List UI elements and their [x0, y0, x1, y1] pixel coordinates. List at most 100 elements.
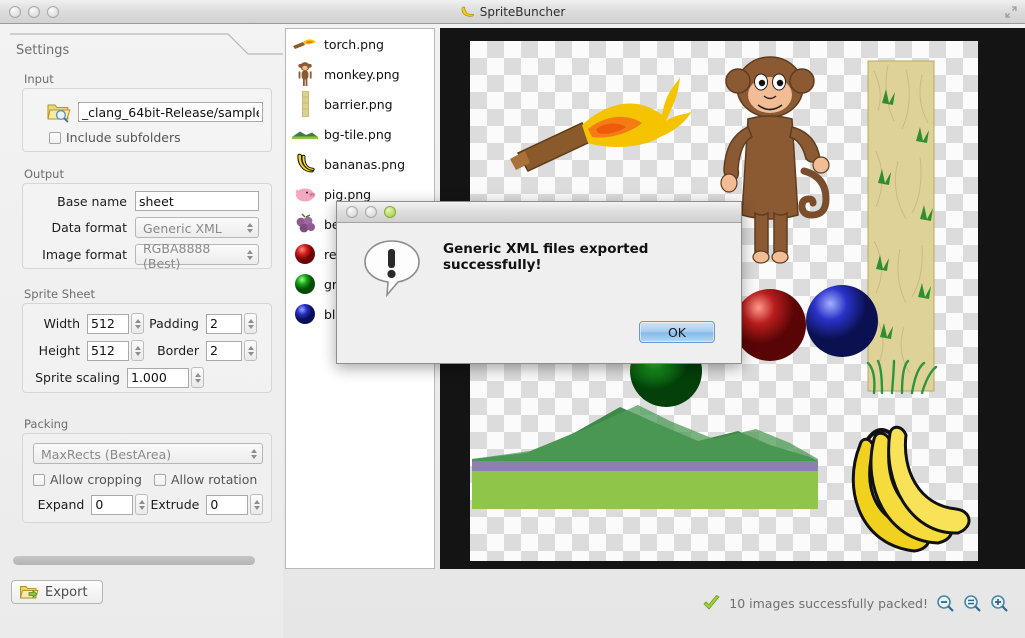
expand-label: Expand — [37, 497, 85, 512]
tab-settings[interactable]: Settings — [0, 32, 283, 62]
packing-algorithm-select[interactable]: MaxRects (BestArea) — [33, 443, 263, 464]
tab-settings-label: Settings — [16, 43, 70, 58]
sprite-sheet-group: Sprite Sheet Width Padding Height Border — [22, 287, 272, 393]
list-item[interactable]: barrier.png — [286, 89, 434, 119]
expand-field[interactable] — [91, 494, 134, 515]
file-name: monkey.png — [324, 66, 400, 82]
banana-icon — [461, 6, 474, 17]
include-subfolders-label: Include subfolders — [66, 130, 181, 145]
folder-export-icon — [20, 585, 39, 598]
data-format-select[interactable]: Generic XML — [135, 217, 259, 238]
height-label: Height — [38, 343, 80, 358]
sprite-bg-tile — [472, 405, 818, 509]
data-format-value: Generic XML — [143, 221, 222, 236]
settings-horizontal-scrollbar[interactable] — [12, 555, 274, 566]
bananas-thumb-icon — [292, 151, 318, 177]
status-bar: 10 images successfully packed! — [440, 569, 1025, 638]
file-name: bananas.png — [324, 156, 406, 172]
input-group: Input Include subfolders — [22, 72, 272, 152]
width-stepper[interactable] — [131, 313, 144, 334]
file-name: bg-tile.png — [324, 126, 392, 142]
chevron-updown-icon — [247, 222, 253, 233]
image-format-select[interactable]: RGBA8888 (Best) — [135, 241, 259, 271]
sprite-bananas — [851, 425, 971, 553]
blue-ball-thumb-icon — [292, 301, 318, 327]
zoom-in-icon[interactable] — [990, 594, 1009, 613]
sprite-sheet-group-title: Sprite Sheet — [24, 287, 96, 301]
extrude-label: Extrude — [150, 497, 200, 512]
list-item[interactable]: monkey.png — [286, 59, 434, 89]
dialog-zoom-button[interactable] — [384, 206, 396, 218]
dialog-message: Generic XML files exported successfully! — [443, 241, 649, 273]
extrude-field[interactable] — [206, 494, 249, 515]
title-bar: SpriteBuncher — [0, 0, 1025, 24]
export-success-dialog: Generic XML files exported successfully!… — [336, 201, 742, 364]
file-name: torch.png — [324, 36, 384, 52]
dialog-close-button[interactable] — [346, 206, 358, 218]
file-name: barrier.png — [324, 96, 393, 112]
allow-rotation-label: Allow rotation — [170, 472, 258, 487]
monkey-thumb-icon — [292, 61, 318, 87]
base-name-field[interactable] — [135, 191, 259, 211]
window-title: SpriteBuncher — [479, 4, 566, 19]
sprite-scaling-label: Sprite scaling — [35, 370, 120, 385]
dialog-ok-button[interactable]: OK — [639, 321, 715, 343]
application-window: SpriteBuncher Settings Input _clang_64bi… — [0, 0, 1025, 638]
data-format-label: Data format — [51, 220, 127, 235]
allow-cropping-checkbox[interactable] — [33, 473, 45, 486]
exclamation-speech-bubble-icon — [364, 240, 420, 298]
input-group-title: Input — [24, 72, 54, 86]
dialog-minimize-button[interactable] — [365, 206, 377, 218]
image-format-value: RGBA8888 (Best) — [143, 240, 211, 271]
chevron-updown-icon — [247, 249, 253, 260]
sprite-torch — [510, 77, 692, 172]
border-label: Border — [157, 343, 199, 358]
file-name: pig.png — [324, 186, 372, 202]
padding-field[interactable] — [206, 313, 242, 334]
status-message: 10 images successfully packed! — [729, 596, 928, 611]
pig-thumb-icon — [292, 181, 318, 207]
extrude-stepper[interactable] — [250, 494, 263, 515]
export-button-label: Export — [45, 584, 88, 600]
fullscreen-icon[interactable] — [1004, 5, 1018, 19]
packing-algorithm-value: MaxRects (BestArea) — [41, 447, 172, 462]
export-button[interactable]: Export — [11, 580, 103, 604]
expand-stepper[interactable] — [135, 494, 148, 515]
sprite-barrier — [866, 60, 938, 395]
allow-cropping-label: Allow cropping — [50, 472, 142, 487]
base-name-label: Base name — [57, 193, 127, 209]
output-group: Output Base name Data format Generic XML — [22, 167, 272, 271]
red-ball-thumb-icon — [292, 241, 318, 267]
include-subfolders-checkbox[interactable] — [49, 131, 61, 144]
torch-thumb-icon — [292, 31, 318, 57]
window-title-group: SpriteBuncher — [0, 5, 1025, 19]
scrollbar-thumb[interactable] — [13, 556, 255, 565]
dialog-title-bar — [337, 202, 741, 223]
input-path-field[interactable] — [77, 102, 263, 122]
width-label: Width — [43, 316, 80, 331]
dialog-ok-label: OK — [667, 324, 687, 340]
barrier-thumb-icon — [292, 91, 318, 117]
border-field[interactable] — [206, 340, 242, 361]
chevron-updown-icon — [251, 448, 257, 459]
height-stepper[interactable] — [131, 340, 144, 361]
allow-rotation-checkbox[interactable] — [153, 473, 166, 486]
height-field[interactable] — [87, 340, 129, 361]
green-check-icon — [703, 595, 720, 610]
bgtile-thumb-icon — [292, 121, 318, 147]
border-stepper[interactable] — [244, 340, 257, 361]
packing-group: Packing MaxRects (BestArea) Allow croppi… — [22, 417, 272, 523]
zoom-out-icon[interactable] — [936, 594, 955, 613]
berries-thumb-icon — [292, 211, 318, 237]
list-item[interactable]: bananas.png — [286, 149, 434, 179]
padding-label: Padding — [149, 316, 199, 331]
padding-stepper[interactable] — [244, 313, 257, 334]
sprite-scaling-stepper[interactable] — [191, 367, 204, 388]
folder-search-icon[interactable] — [47, 101, 71, 123]
zoom-fit-icon[interactable] — [963, 594, 982, 613]
sprite-scaling-field[interactable] — [127, 367, 189, 388]
image-format-label: Image format — [42, 247, 127, 262]
list-item[interactable]: bg-tile.png — [286, 119, 434, 149]
width-field[interactable] — [87, 313, 129, 334]
list-item[interactable]: torch.png — [286, 29, 434, 59]
